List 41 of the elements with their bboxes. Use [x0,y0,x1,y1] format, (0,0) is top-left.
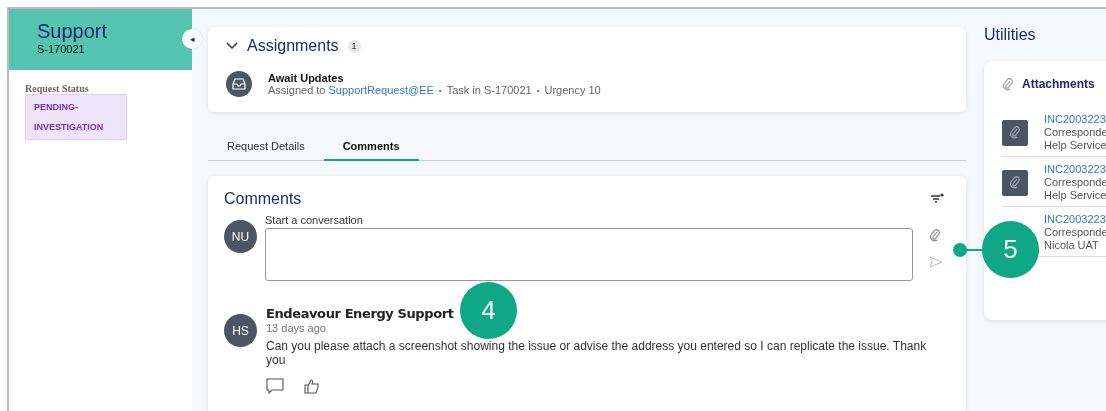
attachment-link[interactable]: INC2003223 [1044,113,1106,126]
task-reference: Task in S-170021 [446,84,532,96]
comment-input-field[interactable] [265,228,913,281]
field-label: Start a conversation [265,214,364,226]
filter-icon[interactable] [930,193,944,205]
separator-dot: • [438,85,442,95]
case-id: S-170021 [37,43,86,55]
reply-icon[interactable] [266,378,284,394]
attachment-source: Nicola UAT [1044,239,1100,252]
attachment-icon [1002,169,1028,196]
status-badge: PENDING-INVESTIGATION [25,94,127,140]
author-avatar: HS [224,314,257,347]
inbox-icon [226,71,252,97]
user-avatar: NU [224,220,257,253]
attachment-icon [1002,119,1028,146]
attachments-title: Attachments [1022,77,1095,91]
case-title: Support [37,20,109,43]
comment-author: Endeavour Energy Support [266,306,454,321]
comment-time: 13 days ago [266,322,326,334]
chevron-down-icon[interactable] [226,42,238,50]
tab[interactable]: Request Details [208,133,324,161]
count-badge: 1 [347,39,361,53]
utilities-title: Utilities [984,26,1037,44]
separator-dot: • [536,85,540,95]
thumbs-up-icon[interactable] [304,378,320,394]
collapse-button[interactable]: ◂ [182,29,202,49]
comment-text: Can you please attach a screenshot showing the issue or advise the address you entered so I can replicate the issue. Thank you [266,339,928,367]
comments-title: Comments [224,190,302,208]
task-title: Await Updates [268,72,345,84]
paperclip-icon[interactable] [929,228,941,242]
assignments-title: Assignments [247,37,339,55]
attachment-source: Help Service [1044,139,1106,152]
attachment-source: Help Service [1044,189,1106,202]
attachment-link[interactable]: INC2003223 [1044,163,1106,176]
tab[interactable]: Comments [323,133,419,161]
status-label: Request Status [25,83,90,94]
assigned-label: Assigned to [268,84,326,96]
urgency-text: Urgency 10 [544,84,601,96]
paperclip-icon [1002,77,1014,91]
attachment-link[interactable]: INC2003223 [1044,213,1106,226]
assignee-link[interactable]: SupportRequest@EE [328,84,434,96]
